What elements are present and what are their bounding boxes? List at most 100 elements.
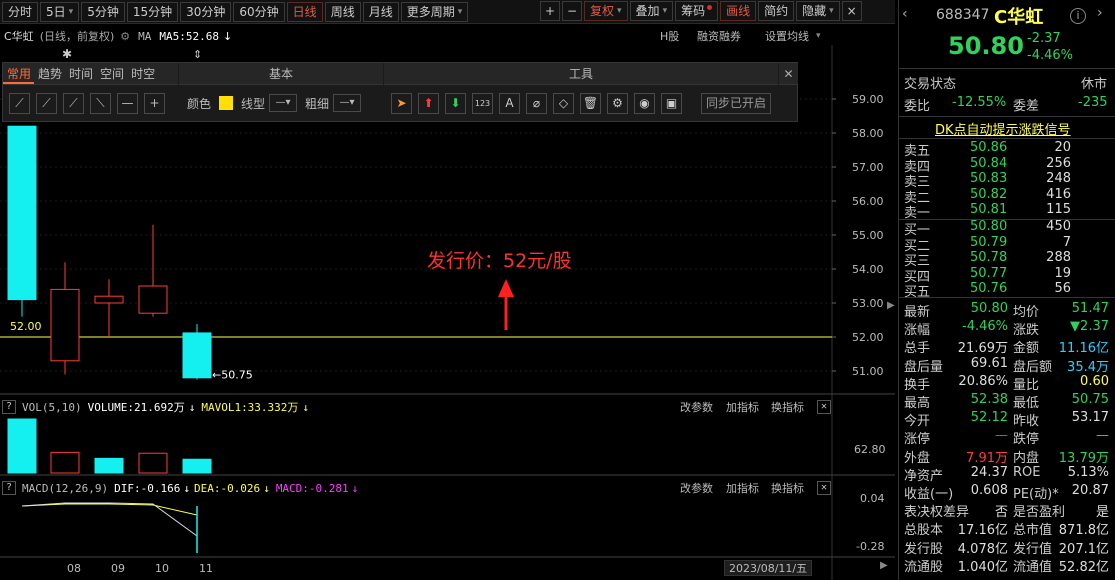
number-icon[interactable]: 123 bbox=[472, 93, 493, 114]
drawing-tab[interactable]: 常用 bbox=[3, 63, 35, 84]
drawing-tab[interactable]: 时空 bbox=[127, 63, 158, 84]
period-button[interactable]: 月线 bbox=[362, 1, 399, 22]
period-button[interactable]: 日线 bbox=[286, 1, 323, 22]
period-button[interactable]: 60分钟 bbox=[233, 1, 285, 22]
level-price: 50.80 bbox=[970, 219, 1008, 234]
stat-value: 50.75 bbox=[1071, 392, 1109, 407]
macd-add-link[interactable]: 加指标 bbox=[726, 480, 759, 496]
vol-switch-link[interactable]: 换指标 bbox=[771, 399, 804, 415]
stat-label: 流通值 bbox=[1013, 559, 1053, 575]
volume-bar[interactable] bbox=[7, 418, 37, 474]
macd-params-link[interactable]: 改参数 bbox=[680, 480, 713, 496]
line-icon[interactable]: ⟋ bbox=[9, 93, 30, 114]
margin-link[interactable]: 融资融券 bbox=[697, 28, 741, 44]
set-ma-link[interactable]: 设置均线 bbox=[765, 28, 809, 44]
level-price: 50.79 bbox=[970, 234, 1008, 250]
forward-icon[interactable]: › bbox=[1097, 5, 1103, 21]
period-button[interactable]: 5分钟 bbox=[81, 1, 125, 22]
candle-body[interactable] bbox=[138, 285, 168, 314]
close-icon[interactable]: ✕ bbox=[817, 481, 831, 495]
stat-row: 净资产 24.37 ROE 5.13% bbox=[898, 465, 1115, 484]
candle-body[interactable] bbox=[7, 125, 37, 301]
drawing-tab[interactable]: 时间 bbox=[65, 63, 96, 84]
eye-icon[interactable]: ◉ bbox=[634, 93, 655, 114]
sync-button[interactable]: 同步已开启 bbox=[701, 93, 772, 114]
rubber-icon[interactable]: ◇ bbox=[553, 93, 574, 114]
toolbar-button[interactable]: 简约 bbox=[758, 1, 795, 21]
drawing-tab[interactable]: 空间 bbox=[96, 63, 127, 84]
drawing-tab[interactable]: 趋势 bbox=[34, 63, 65, 84]
collapse-right-icon[interactable]: ▶ bbox=[887, 300, 895, 311]
dropdown-icon: ▾ bbox=[68, 6, 74, 17]
eraser-icon[interactable]: ⌀ bbox=[526, 93, 547, 114]
vol-help-icon[interactable]: ? bbox=[2, 400, 16, 414]
close-icon[interactable]: ✕ bbox=[817, 400, 831, 414]
arrow-line-icon[interactable]: ⟍ bbox=[90, 93, 111, 114]
candle-body[interactable] bbox=[94, 295, 124, 304]
period-button[interactable]: 5日 ▾ bbox=[40, 1, 80, 22]
down-arrow-icon[interactable]: ⬇ bbox=[445, 93, 466, 114]
vol-add-link[interactable]: 加指标 bbox=[726, 399, 759, 415]
segment-icon[interactable]: ⟋ bbox=[63, 93, 84, 114]
toolbar-button[interactable]: 隐藏 ▾ bbox=[796, 1, 840, 21]
period-button[interactable]: 周线 bbox=[324, 1, 361, 22]
weibi-row: 委比 -12.55% 委差 -235 bbox=[898, 95, 1115, 114]
tool-icons: ➤ ⬆ ⬇ 123 A ⌀ ◇ 🗑 ⚙ ◉ ▣ bbox=[391, 93, 688, 114]
price-tick-label: 52.00 bbox=[852, 331, 884, 344]
toolbar-button[interactable]: 叠加 ▾ bbox=[629, 1, 674, 21]
toolbar-button[interactable]: 筹码 bbox=[675, 1, 719, 21]
cross-icon[interactable]: + bbox=[144, 93, 165, 114]
period-buttons: 分时 5日 ▾ 5分钟 15分钟 30分钟 60分钟 日线 周线 月线 更多周期 ▾ bbox=[0, 1, 469, 22]
stat-label: PE(动)* bbox=[1013, 487, 1059, 502]
info-icon[interactable]: i bbox=[1070, 8, 1086, 24]
close-chart-button[interactable]: × bbox=[841, 1, 862, 21]
order-book-row: 卖一 50.81 115 bbox=[898, 202, 1115, 221]
scroll-right-icon[interactable]: ▶ bbox=[880, 560, 888, 571]
level-volume: 56 bbox=[1054, 281, 1071, 297]
volume-bar[interactable] bbox=[94, 457, 124, 474]
volume-bar[interactable] bbox=[50, 451, 80, 474]
volume-bar[interactable] bbox=[138, 452, 168, 474]
star-marker-icon: ✱ bbox=[62, 47, 72, 61]
period-button[interactable]: 15分钟 bbox=[126, 1, 179, 22]
stat-row: 收益(一) 0.608 PE(动)* 20.87 bbox=[898, 483, 1115, 502]
kline-chart[interactable]: 59.00 58.00 57.00 56.00 55.00 54.00 53.00 52.00… bbox=[0, 45, 895, 580]
minus-button[interactable]: − bbox=[562, 1, 582, 21]
stat-label: 盘后额 bbox=[1013, 359, 1053, 375]
vol-params-link[interactable]: 改参数 bbox=[680, 399, 713, 415]
thickness-select[interactable]: —▾ bbox=[333, 94, 362, 112]
tools-header: 工具 bbox=[384, 63, 778, 85]
close-panel-icon[interactable]: ✕ bbox=[779, 63, 798, 85]
dk-signal-link[interactable]: DK点自动提示涨跌信号 bbox=[935, 119, 1071, 138]
candle-body[interactable] bbox=[182, 332, 212, 379]
macd-help-icon[interactable]: ? bbox=[2, 481, 16, 495]
settings-icon[interactable]: ⚙ bbox=[120, 30, 130, 43]
candle-body[interactable] bbox=[50, 288, 80, 362]
set-ma-dropdown-icon[interactable]: ▾ bbox=[816, 31, 821, 41]
toolbar-button[interactable]: 画线 bbox=[720, 1, 757, 21]
dropdown-icon: ▾ bbox=[829, 6, 834, 16]
text-icon[interactable]: A bbox=[499, 93, 520, 114]
period-button[interactable]: 更多周期 ▾ bbox=[400, 1, 469, 22]
back-icon[interactable]: ‹ bbox=[902, 6, 908, 22]
period-button[interactable]: 分时 bbox=[2, 1, 39, 22]
gear-icon[interactable]: ⚙ bbox=[607, 93, 628, 114]
macd-switch-link[interactable]: 换指标 bbox=[771, 480, 804, 496]
hline-icon[interactable]: — bbox=[117, 93, 138, 114]
toolbar-button[interactable]: 复权 ▾ bbox=[584, 1, 628, 21]
stat-value: — bbox=[1096, 428, 1109, 444]
chart-mode[interactable]: (日线，前复权) bbox=[40, 28, 115, 44]
ray-icon[interactable]: ⟋ bbox=[36, 93, 57, 114]
stat-label: 最低 bbox=[1013, 396, 1040, 411]
image-icon[interactable]: ▣ bbox=[661, 93, 682, 114]
volume-bar[interactable] bbox=[182, 458, 212, 474]
trash-icon[interactable]: 🗑 bbox=[580, 93, 601, 114]
line-type-select[interactable]: —▾ bbox=[269, 94, 298, 112]
h-share-link[interactable]: H股 bbox=[660, 28, 679, 44]
color-swatch[interactable] bbox=[219, 96, 234, 110]
stat-label: 涨跌 bbox=[1013, 323, 1040, 339]
period-button[interactable]: 30分钟 bbox=[180, 1, 232, 22]
up-arrow-icon[interactable]: ⬆ bbox=[418, 93, 439, 114]
pointer-icon[interactable]: ➤ bbox=[391, 93, 412, 114]
plus-button[interactable]: + bbox=[540, 1, 560, 21]
